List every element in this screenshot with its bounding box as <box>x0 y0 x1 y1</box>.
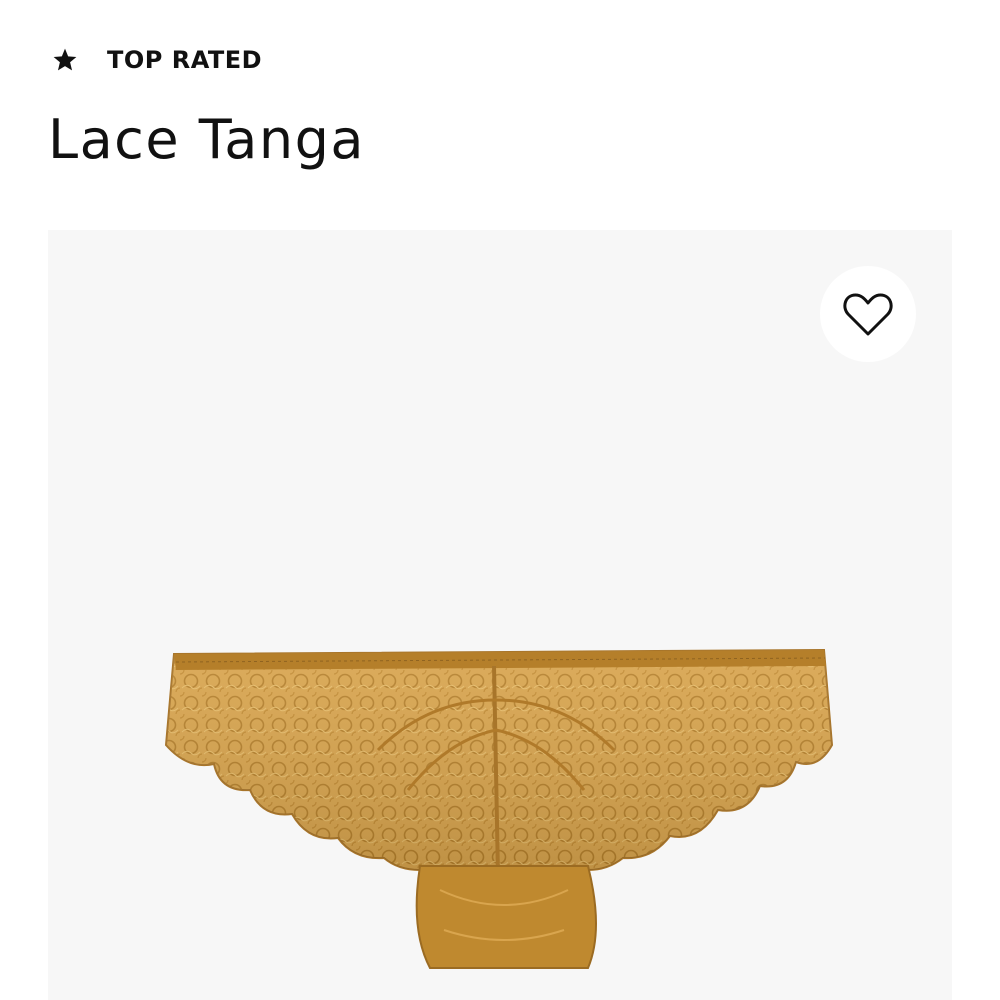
heart-outline-icon <box>842 290 894 338</box>
lace-tanga-image <box>164 648 834 969</box>
product-page: TOP RATED Lace Tanga <box>0 0 1000 1000</box>
badge-label: TOP RATED <box>107 46 263 74</box>
product-image[interactable] <box>48 230 952 1000</box>
top-rated-badge: TOP RATED <box>52 42 262 78</box>
favorite-button[interactable] <box>820 266 916 362</box>
product-title: Lace Tanga <box>48 108 365 171</box>
star-icon <box>52 47 78 73</box>
